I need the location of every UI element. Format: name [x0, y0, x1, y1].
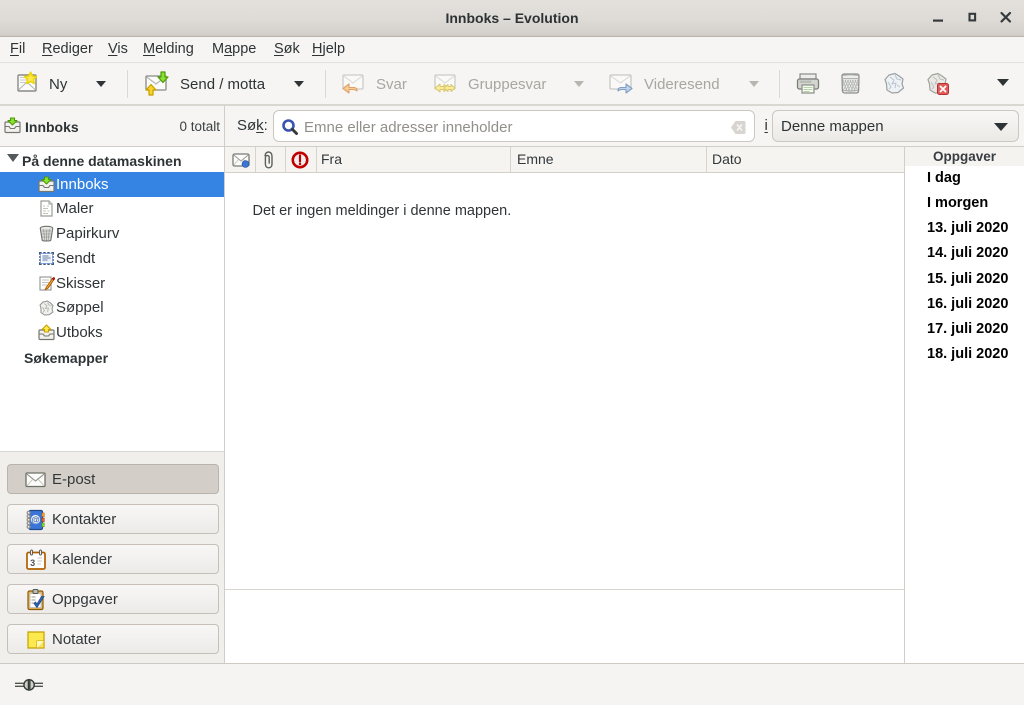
svg-text:@: @	[31, 515, 39, 525]
svg-text:3: 3	[30, 558, 35, 568]
